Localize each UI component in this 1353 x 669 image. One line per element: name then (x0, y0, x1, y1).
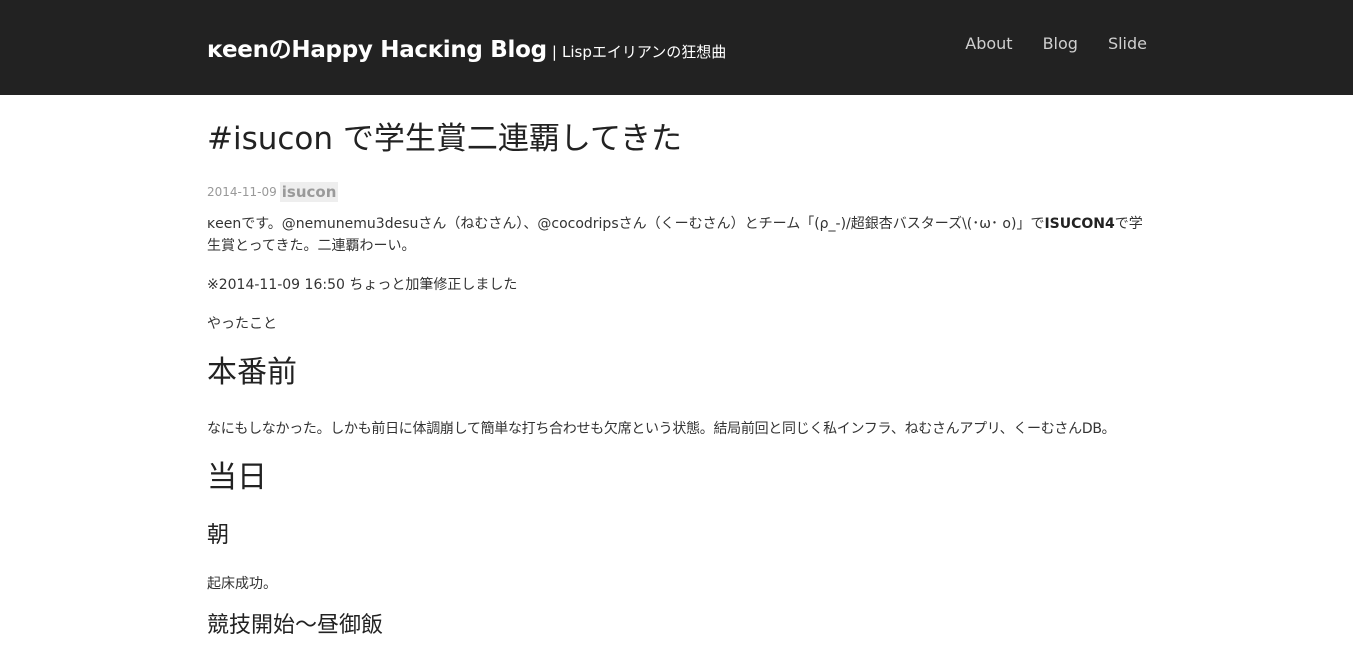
morning-paragraph: 起床成功。 (207, 576, 277, 592)
heading-competition-start: 競技開始〜昼御飯 (207, 613, 384, 638)
isucon4-bold: ISUCON4 (1044, 216, 1115, 232)
nav-slide-link[interactable]: Slide (1108, 34, 1147, 53)
post-title: #isucon で学生賞二連覇してきた (207, 121, 683, 157)
intro-text-start: ĸeenです。@nemunemu3desuさん（ねむさん）、@cocodrips… (207, 216, 1045, 232)
edit-note: ※2014-11-09 16:50 ちょっと加筆修正しました (207, 277, 518, 293)
nav-about-link[interactable]: About (965, 34, 1012, 53)
before-contest-paragraph: なにもしなかった。しかも前日に体調崩して簡単な打ち合わせも欠席という状態。結局前… (207, 421, 1116, 437)
nav-blog-link[interactable]: Blog (1043, 34, 1078, 53)
blog-title: ĸeenのHappy Hacĸing Blog (207, 37, 547, 63)
title-separator: | (551, 43, 557, 61)
post-content: #isucon で学生賞二連覇してきた 2014-11-09 isucon ĸe… (207, 95, 1152, 640)
main-nav: About Blog Slide (965, 34, 1147, 53)
what-we-did-text: やったこと (207, 316, 277, 332)
heading-before-contest: 本番前 (207, 355, 297, 390)
heading-contest-day: 当日 (207, 460, 267, 495)
blog-brand-link[interactable]: ĸeenのHappy Hacĸing Blog | Lispエイリアンの狂想曲 (207, 30, 726, 64)
navbar: ĸeenのHappy Hacĸing Blog | Lispエイリアンの狂想曲 … (0, 0, 1353, 95)
post-meta: 2014-11-09 isucon (207, 180, 1152, 204)
post-date: 2014-11-09 (207, 185, 277, 199)
tag-isucon-link[interactable]: isucon (279, 182, 339, 202)
intro-paragraph: ĸeenです。@nemunemu3desuさん（ねむさん）、@cocodrips… (207, 213, 1152, 257)
heading-morning: 朝 (207, 523, 230, 548)
blog-subtitle: Lispエイリアンの狂想曲 (562, 43, 727, 61)
